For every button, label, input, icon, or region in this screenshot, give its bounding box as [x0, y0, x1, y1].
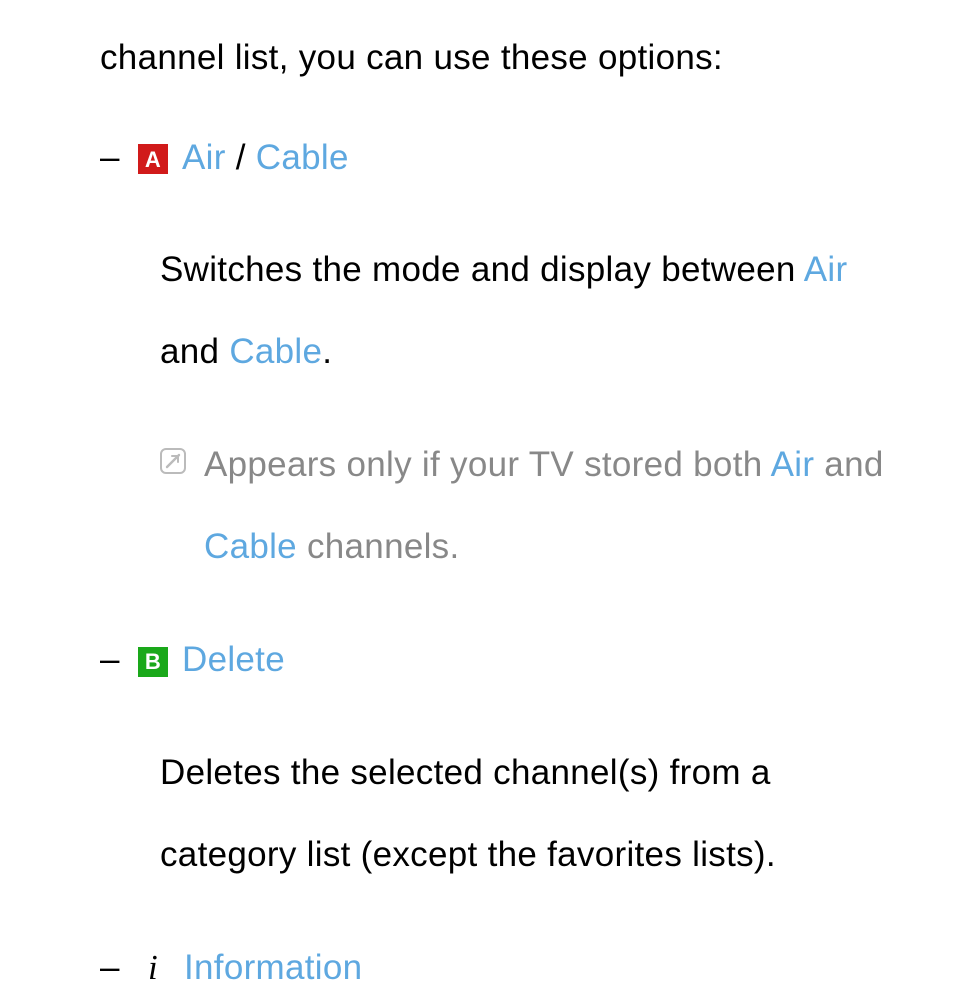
- option-air-cable: – A Air / Cable Switches the mode and di…: [100, 128, 924, 589]
- option-note: Appears only if your TV stored both Air …: [158, 424, 914, 589]
- note-text: Appears only if your TV stored both Air …: [204, 424, 914, 589]
- information-link: Information: [184, 938, 362, 998]
- cable-link: Cable: [256, 138, 349, 177]
- note-part3: channels.: [297, 527, 460, 566]
- dash-icon: –: [100, 630, 120, 690]
- note-part2: and: [814, 445, 883, 484]
- delete-link: Delete: [182, 630, 285, 690]
- badge-a-icon: A: [138, 144, 168, 174]
- body-part2: and: [160, 332, 229, 371]
- slash-text: /: [226, 138, 256, 177]
- option-body: Deletes the selected channel(s) from a c…: [160, 732, 914, 897]
- option-header: – A Air / Cable: [100, 128, 924, 188]
- dash-icon: –: [100, 938, 120, 998]
- note-icon: [158, 446, 188, 476]
- air-link: Air: [182, 138, 226, 177]
- note-cable-link: Cable: [204, 527, 297, 566]
- info-icon: i: [138, 938, 168, 998]
- intro-text: channel list, you can use these options:: [100, 28, 924, 88]
- air-inline-link: Air: [804, 250, 848, 289]
- body-part3: .: [322, 332, 332, 371]
- badge-b-icon: B: [138, 647, 168, 677]
- option-information: – i Information: [100, 938, 924, 998]
- option-delete: – B Delete Deletes the selected channel(…: [100, 630, 924, 896]
- dash-icon: –: [100, 128, 120, 188]
- option-header: – B Delete: [100, 630, 924, 690]
- note-part1: Appears only if your TV stored both: [204, 445, 771, 484]
- option-title: Air / Cable: [182, 128, 349, 188]
- option-body: Switches the mode and display between Ai…: [160, 229, 914, 394]
- body-part1: Switches the mode and display between: [160, 250, 804, 289]
- option-header: – i Information: [100, 938, 924, 998]
- note-air-link: Air: [771, 445, 815, 484]
- cable-inline-link: Cable: [229, 332, 322, 371]
